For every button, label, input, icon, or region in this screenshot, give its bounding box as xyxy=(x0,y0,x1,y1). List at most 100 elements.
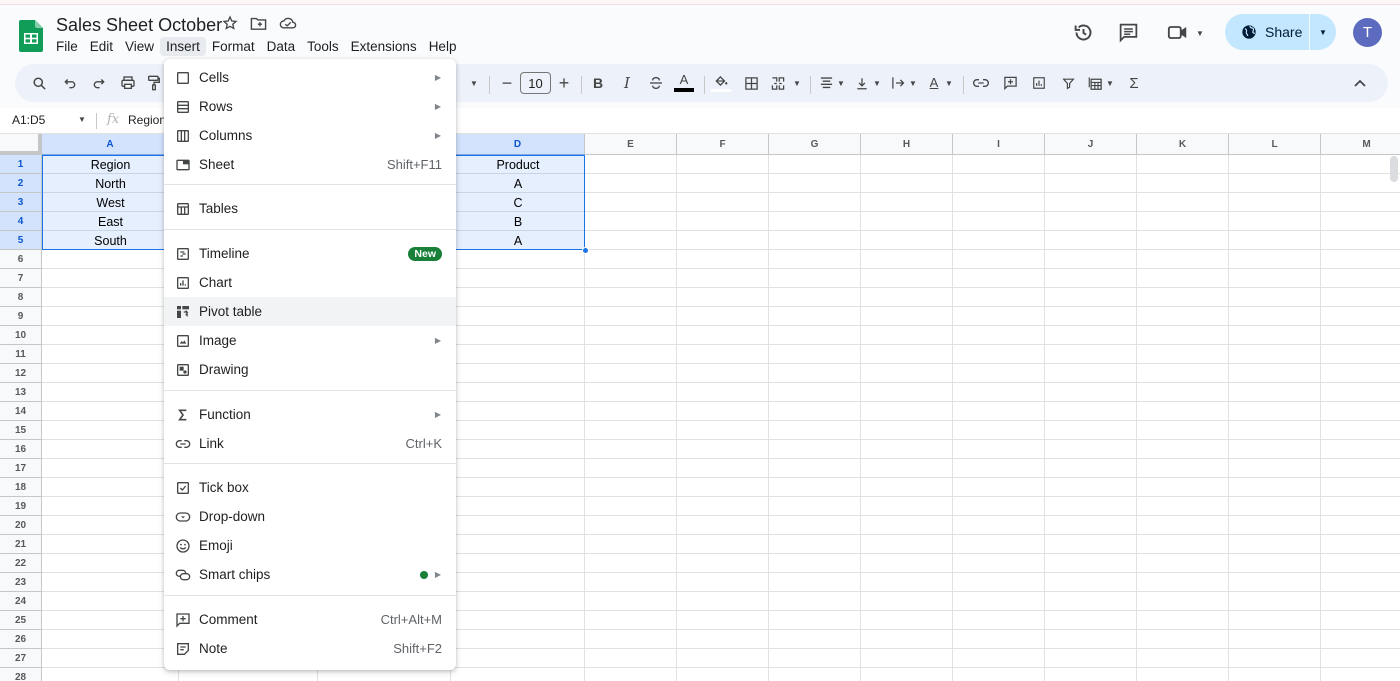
row-header-11[interactable]: 11 xyxy=(0,345,42,364)
collapse-toolbar-icon[interactable] xyxy=(1350,64,1370,102)
menu-item-function[interactable]: Function ▶ xyxy=(164,400,456,429)
row-header-13[interactable]: 13 xyxy=(0,383,42,402)
row-header-3[interactable]: 3 xyxy=(0,193,42,212)
cell-d2[interactable]: A xyxy=(451,174,585,193)
filter-button[interactable] xyxy=(1058,64,1078,102)
row-header-25[interactable]: 25 xyxy=(0,611,42,630)
row-header-22[interactable]: 22 xyxy=(0,554,42,573)
bold-button[interactable]: B xyxy=(589,64,607,102)
sheets-logo-icon[interactable] xyxy=(19,20,43,52)
row-header-16[interactable]: 16 xyxy=(0,440,42,459)
italic-button[interactable]: I xyxy=(618,64,636,102)
menu-item-note[interactable]: Note Shift+F2 xyxy=(164,634,456,663)
redo-icon[interactable] xyxy=(89,64,109,102)
vertical-scrollbar[interactable] xyxy=(1390,156,1398,182)
row-header-12[interactable]: 12 xyxy=(0,364,42,383)
cell-a5[interactable]: South xyxy=(42,231,179,250)
meet-icon[interactable] xyxy=(1167,24,1189,41)
menu-item-rows[interactable]: Rows ▶ xyxy=(164,92,456,121)
account-avatar[interactable]: T xyxy=(1353,18,1382,47)
document-title[interactable]: Sales Sheet October xyxy=(56,15,222,36)
horizontal-align-button[interactable] xyxy=(816,64,836,102)
menu-edit[interactable]: Edit xyxy=(84,37,119,56)
vertical-align-button[interactable] xyxy=(852,64,872,102)
meet-dropdown-icon[interactable]: ▼ xyxy=(1196,29,1204,38)
row-header-4[interactable]: 4 xyxy=(0,212,42,231)
move-folder-icon[interactable] xyxy=(250,16,267,31)
filter-views-dropdown-icon[interactable]: ▼ xyxy=(1104,64,1116,102)
menu-item-pivot-table[interactable]: Pivot table xyxy=(164,297,456,326)
menu-file[interactable]: File xyxy=(50,37,84,56)
menu-view[interactable]: View xyxy=(119,37,160,56)
menu-insert[interactable]: Insert xyxy=(160,37,206,56)
row-header-5[interactable]: 5 xyxy=(0,231,42,250)
share-button[interactable]: Share xyxy=(1225,14,1309,50)
version-history-icon[interactable] xyxy=(1073,22,1094,43)
decrease-font-size-button[interactable]: − xyxy=(498,64,516,102)
formula-input[interactable]: Region xyxy=(128,113,166,127)
cell-d5[interactable]: A xyxy=(451,231,585,250)
row-header-19[interactable]: 19 xyxy=(0,497,42,516)
column-header-m[interactable]: M xyxy=(1321,134,1400,155)
column-header-j[interactable]: J xyxy=(1045,134,1137,155)
fill-handle[interactable] xyxy=(582,247,589,254)
row-header-1[interactable]: 1 xyxy=(0,155,42,174)
insert-link-button[interactable] xyxy=(971,64,991,102)
text-wrapping-button[interactable] xyxy=(888,64,908,102)
print-icon[interactable] xyxy=(117,64,139,102)
column-header-h[interactable]: H xyxy=(861,134,953,155)
row-header-21[interactable]: 21 xyxy=(0,535,42,554)
name-box[interactable]: A1:D5 xyxy=(12,113,45,127)
menu-data[interactable]: Data xyxy=(261,37,302,56)
font-size-input[interactable]: 10 xyxy=(520,72,551,94)
merge-dropdown-icon[interactable]: ▼ xyxy=(791,64,803,102)
rotation-dropdown-icon[interactable]: ▼ xyxy=(943,64,955,102)
filter-views-button[interactable] xyxy=(1085,64,1105,102)
cell-d4[interactable]: B xyxy=(451,212,585,231)
cell-d1[interactable]: Product xyxy=(451,155,585,174)
menu-format[interactable]: Format xyxy=(206,37,261,56)
align-dropdown-icon[interactable]: ▼ xyxy=(835,64,847,102)
merge-cells-button[interactable] xyxy=(768,64,788,102)
row-header-23[interactable]: 23 xyxy=(0,573,42,592)
menu-help[interactable]: Help xyxy=(423,37,463,56)
row-header-10[interactable]: 10 xyxy=(0,326,42,345)
valign-dropdown-icon[interactable]: ▼ xyxy=(871,64,883,102)
menu-item-columns[interactable]: Columns ▶ xyxy=(164,121,456,150)
cell-a2[interactable]: North xyxy=(42,174,179,193)
column-header-f[interactable]: F xyxy=(677,134,769,155)
row-header-9[interactable]: 9 xyxy=(0,307,42,326)
row-header-8[interactable]: 8 xyxy=(0,288,42,307)
text-rotation-button[interactable]: A xyxy=(924,64,944,102)
functions-button[interactable]: Σ xyxy=(1125,64,1143,102)
row-header-14[interactable]: 14 xyxy=(0,402,42,421)
menu-extensions[interactable]: Extensions xyxy=(345,37,423,56)
menu-item-tick-box[interactable]: Tick box xyxy=(164,473,456,502)
wrap-dropdown-icon[interactable]: ▼ xyxy=(907,64,919,102)
row-header-2[interactable]: 2 xyxy=(0,174,42,193)
menu-item-timeline[interactable]: Timeline New xyxy=(164,239,456,268)
fill-color-button[interactable] xyxy=(711,64,731,102)
insert-comment-button[interactable] xyxy=(1000,64,1020,102)
menu-item-chart[interactable]: Chart xyxy=(164,268,456,297)
row-header-20[interactable]: 20 xyxy=(0,516,42,535)
menu-item-tables[interactable]: Tables xyxy=(164,194,456,223)
menu-item-drop-down[interactable]: Drop-down xyxy=(164,502,456,531)
column-header-i[interactable]: I xyxy=(953,134,1045,155)
column-header-d[interactable]: D xyxy=(451,134,585,155)
cell-a1[interactable]: Region xyxy=(42,155,179,174)
undo-icon[interactable] xyxy=(60,64,80,102)
search-menus-icon[interactable] xyxy=(29,64,49,102)
cell-a3[interactable]: West xyxy=(42,193,179,212)
comments-icon[interactable] xyxy=(1118,22,1139,43)
row-header-26[interactable]: 26 xyxy=(0,630,42,649)
strikethrough-button[interactable] xyxy=(646,64,666,102)
column-header-g[interactable]: G xyxy=(769,134,861,155)
column-header-l[interactable]: L xyxy=(1229,134,1321,155)
menu-item-smart-chips[interactable]: Smart chips ▶ xyxy=(164,560,456,589)
share-dropdown-button[interactable]: ▼ xyxy=(1310,28,1336,37)
menu-item-sheet[interactable]: Sheet Shift+F11 xyxy=(164,150,456,179)
menu-item-emoji[interactable]: Emoji xyxy=(164,531,456,560)
select-all-corner[interactable] xyxy=(0,134,42,155)
row-header-28[interactable]: 28 xyxy=(0,668,42,681)
